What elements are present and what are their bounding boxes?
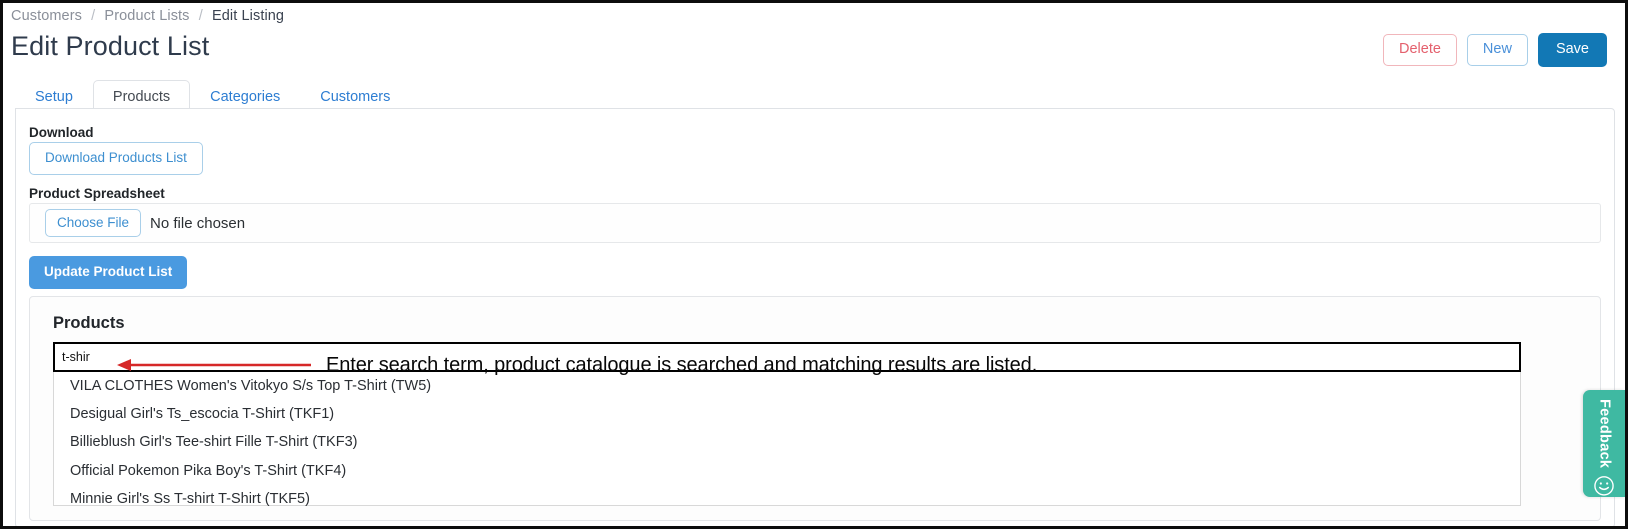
products-card-heading: Products [53,314,125,332]
new-button[interactable]: New [1466,34,1528,66]
save-button[interactable]: Save [1537,33,1607,67]
update-product-list-button[interactable]: Update Product List [29,256,188,289]
app-window: Customers / Product Lists / Edit Listing… [0,0,1628,529]
product-spreadsheet-label: Product Spreadsheet [29,186,165,201]
choose-file-button[interactable]: Choose File [45,208,142,238]
header-actions: Delete New Save [1383,33,1607,67]
breadcrumb-item-edit-listing: Edit Listing [211,8,285,24]
feedback-label: Feedback [1596,399,1613,469]
search-results-dropdown: VILA CLOTHES Women's Vitokyo S/s Top T-S… [53,372,1521,507]
file-upload-field[interactable]: Choose File No file chosen [29,203,1601,243]
search-result-item[interactable]: Minnie Girl's Ss T-shirt T-Shirt (TKF5) [54,486,1520,514]
page-title: Edit Product List [11,31,210,61]
annotation-text: Enter search term, product catalogue is … [326,354,1038,376]
breadcrumb-separator: / [198,8,203,24]
product-search-input[interactable] [55,344,305,370]
products-tab-panel: Download Download Products List Product … [15,108,1615,526]
download-section-label: Download [29,125,94,140]
smiley-face-icon [1594,476,1614,496]
breadcrumb-item-product-lists[interactable]: Product Lists [104,8,189,24]
delete-button[interactable]: Delete [1383,34,1457,66]
search-result-item[interactable]: Desigual Girl's Ts_escocia T-Shirt (TKF1… [54,400,1520,428]
search-result-item[interactable]: Billieblush Girl's Tee-shirt Fille T-Shi… [54,429,1520,457]
breadcrumb: Customers / Product Lists / Edit Listing [11,8,284,24]
products-card: Products Use the form above to add a pro… [29,296,1601,521]
breadcrumb-item-customers[interactable]: Customers [11,8,82,24]
file-chosen-status: No file chosen [150,214,246,232]
breadcrumb-separator: / [91,8,96,24]
download-products-list-button[interactable]: Download Products List [29,142,203,175]
feedback-tab[interactable]: Feedback [1583,390,1625,497]
search-result-item[interactable]: Official Pokemon Pika Boy's T-Shirt (TKF… [54,457,1520,485]
